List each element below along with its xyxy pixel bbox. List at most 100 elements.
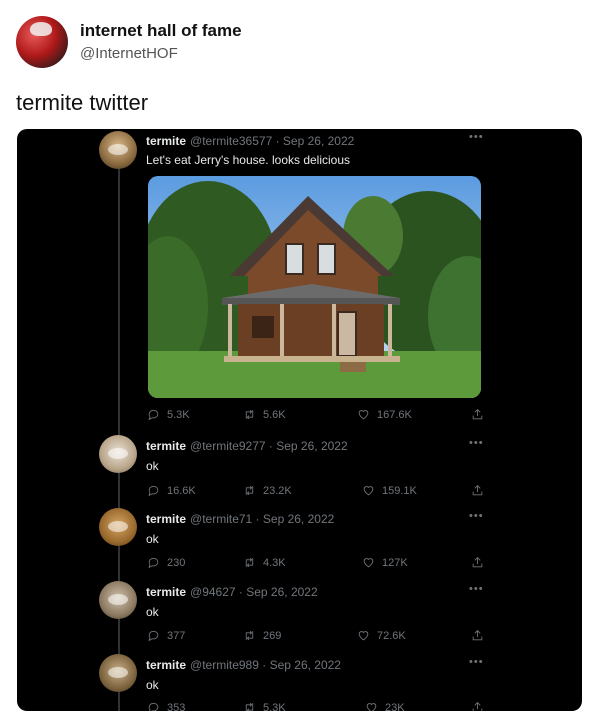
like-count: 167.6K bbox=[377, 408, 412, 421]
reply-button[interactable]: 16.6K bbox=[147, 484, 196, 497]
heart-icon bbox=[358, 631, 369, 641]
share-button[interactable] bbox=[471, 701, 484, 711]
tweet-date: Sep 26, 2022 bbox=[269, 658, 341, 672]
more-icon[interactable]: ••• bbox=[469, 583, 484, 595]
heart-icon bbox=[363, 486, 374, 496]
tweet-author-name[interactable]: termite bbox=[146, 658, 186, 672]
author-handle[interactable]: @InternetHOF bbox=[80, 45, 178, 62]
reply-count: 5.3K bbox=[167, 408, 190, 421]
tweet-meta: termite @termite989 · Sep 26, 2022 bbox=[146, 658, 341, 672]
post-header: internet hall of fame @InternetHOF bbox=[16, 14, 576, 74]
tweet-author-name[interactable]: termite bbox=[146, 512, 186, 526]
retweet-icon bbox=[245, 409, 254, 420]
reply-button[interactable]: 5.3K bbox=[147, 408, 190, 421]
heart-icon bbox=[363, 558, 374, 568]
heart-icon bbox=[358, 410, 369, 420]
more-icon[interactable]: ••• bbox=[469, 510, 484, 522]
tweet-author-name[interactable]: termite bbox=[146, 439, 186, 453]
retweet-button[interactable]: 5.6K bbox=[243, 408, 286, 421]
share-icon bbox=[472, 485, 483, 496]
tweet-handle[interactable]: @termite36577 bbox=[190, 134, 272, 148]
retweet-button[interactable]: 23.2K bbox=[243, 484, 292, 497]
tweet-text: ok bbox=[146, 532, 159, 546]
share-button[interactable] bbox=[471, 556, 484, 569]
retweet-button[interactable]: 5.3K bbox=[243, 701, 286, 711]
retweet-icon bbox=[245, 630, 254, 641]
tweet-actions: 230 4.3K 127K bbox=[147, 556, 484, 572]
retweet-button[interactable]: 269 bbox=[243, 629, 281, 642]
tweet-handle[interactable]: @termite71 bbox=[190, 512, 252, 526]
retweet-count: 23.2K bbox=[263, 484, 292, 497]
tweet-actions: 377 269 72.6K bbox=[147, 629, 484, 645]
share-icon bbox=[472, 630, 483, 641]
like-count: 127K bbox=[382, 556, 408, 569]
author-name[interactable]: internet hall of fame bbox=[80, 21, 242, 41]
retweet-button[interactable]: 4.3K bbox=[243, 556, 286, 569]
like-count: 72.6K bbox=[377, 629, 406, 642]
avatar[interactable] bbox=[99, 581, 137, 619]
heart-icon bbox=[366, 703, 377, 711]
tweet-actions: 353 5.3K 23K bbox=[147, 701, 484, 711]
share-icon bbox=[472, 557, 483, 568]
tweet-date: Sep 26, 2022 bbox=[246, 585, 318, 599]
retweet-count: 269 bbox=[263, 629, 282, 642]
like-button[interactable]: 167.6K bbox=[357, 408, 412, 421]
reply-count: 230 bbox=[167, 556, 186, 569]
reply-icon bbox=[148, 630, 159, 642]
retweet-icon bbox=[245, 557, 254, 568]
post-caption: termite twitter bbox=[16, 90, 149, 115]
reply-button[interactable]: 230 bbox=[147, 556, 185, 569]
house-photo[interactable] bbox=[148, 176, 481, 398]
tweet-handle[interactable]: @termite9277 bbox=[190, 439, 266, 453]
share-icon bbox=[472, 409, 483, 420]
reply-button[interactable]: 377 bbox=[147, 629, 185, 642]
tweet-date: Sep 26, 2022 bbox=[262, 512, 335, 526]
retweet-count: 5.6K bbox=[263, 408, 286, 421]
tweet-date: Sep 26, 2022 bbox=[282, 134, 355, 148]
tweet-meta: termite @termite9277 · Sep 26, 2022 bbox=[146, 439, 348, 453]
reply-icon bbox=[148, 557, 159, 569]
like-count: 23K bbox=[385, 701, 405, 712]
reply-count: 16.6K bbox=[167, 484, 196, 497]
avatar[interactable] bbox=[16, 16, 68, 68]
tweet-author-name[interactable]: termite bbox=[146, 134, 186, 148]
reply-count: 353 bbox=[167, 701, 186, 712]
retweet-icon bbox=[245, 702, 254, 711]
like-button[interactable]: 23K bbox=[365, 701, 405, 711]
more-icon[interactable]: ••• bbox=[469, 656, 484, 668]
like-button[interactable]: 127K bbox=[362, 556, 408, 569]
tweet-text: ok bbox=[146, 459, 159, 473]
house-image bbox=[148, 176, 481, 398]
tweet-meta: termite @94627 · Sep 26, 2022 bbox=[146, 585, 318, 599]
tweet-text: ok bbox=[146, 605, 159, 619]
retweet-icon bbox=[245, 485, 254, 496]
share-icon bbox=[472, 702, 483, 711]
share-button[interactable] bbox=[471, 629, 484, 642]
share-button[interactable] bbox=[471, 408, 484, 421]
tweet-handle[interactable]: @termite989 bbox=[190, 658, 259, 672]
more-icon[interactable]: ••• bbox=[469, 131, 484, 143]
reply-button[interactable]: 353 bbox=[147, 701, 185, 711]
like-button[interactable]: 159.1K bbox=[362, 484, 417, 497]
tweet-text: Let's eat Jerry's house. looks delicious bbox=[146, 153, 351, 167]
tweet-handle[interactable]: @94627 bbox=[190, 585, 236, 599]
more-icon[interactable]: ••• bbox=[469, 437, 484, 449]
avatar[interactable] bbox=[99, 654, 137, 692]
tweet-meta: termite @termite71 · Sep 26, 2022 bbox=[146, 512, 335, 526]
reply-icon bbox=[148, 409, 159, 421]
avatar[interactable] bbox=[99, 131, 137, 169]
tweet-meta: termite @termite36577 · Sep 26, 2022 bbox=[146, 134, 355, 148]
tweet-author-name[interactable]: termite bbox=[146, 585, 186, 599]
avatar[interactable] bbox=[99, 508, 137, 546]
share-button[interactable] bbox=[471, 484, 484, 497]
tweet-actions: 16.6K 23.2K 159.1K bbox=[147, 484, 484, 500]
retweet-count: 5.3K bbox=[263, 701, 286, 712]
embedded-thread-screenshot: termite @termite36577 · Sep 26, 2022 ••• … bbox=[17, 129, 582, 711]
avatar[interactable] bbox=[99, 435, 137, 473]
tweet-text: ok bbox=[146, 678, 159, 692]
reply-icon bbox=[148, 702, 159, 711]
like-button[interactable]: 72.6K bbox=[357, 629, 406, 642]
tweet-date: Sep 26, 2022 bbox=[276, 439, 348, 453]
like-count: 159.1K bbox=[382, 484, 417, 497]
retweet-count: 4.3K bbox=[263, 556, 286, 569]
